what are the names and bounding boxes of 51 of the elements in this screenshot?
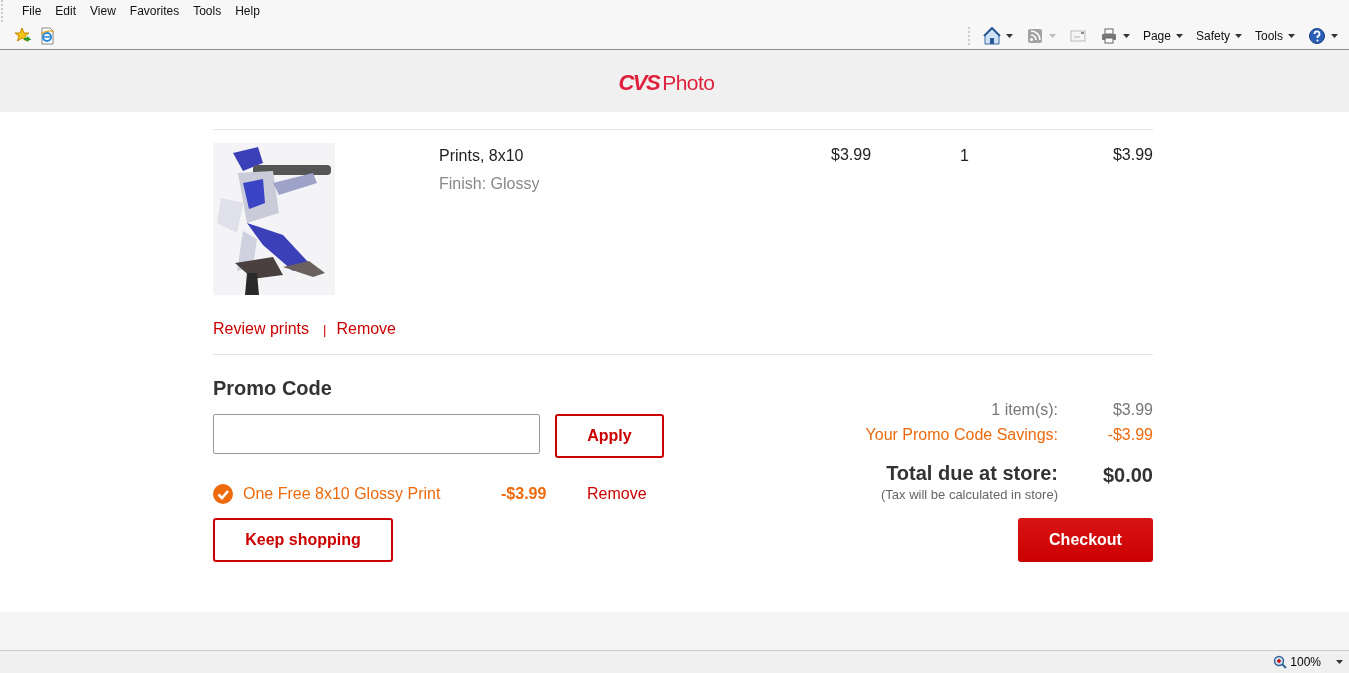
caret-icon <box>1005 33 1013 38</box>
apply-button[interactable]: Apply <box>555 414 664 458</box>
menu-item[interactable]: Tools <box>186 4 229 18</box>
promo-name: One Free 8x10 Glossy Print <box>243 485 442 503</box>
keep-shopping-button[interactable]: Keep shopping <box>213 518 393 562</box>
menu-button[interactable]: Tools <box>1252 28 1298 43</box>
menu-item[interactable]: Favorites <box>122 4 187 18</box>
home-icon <box>982 26 1001 45</box>
caret-icon <box>1288 33 1295 38</box>
brand-logo[interactable]: CVS <box>618 70 660 96</box>
product-name: Prints, 8x10 <box>439 147 525 165</box>
menu-button[interactable]: Safety <box>1192 28 1245 43</box>
link[interactable]: Review prints <box>213 320 310 338</box>
zoom-icon <box>1273 655 1288 669</box>
discount-amount: -$3.99 <box>501 485 548 503</box>
total-text: $3.99 <box>1112 146 1153 165</box>
caret-icon <box>1331 33 1338 38</box>
star-icon[interactable] <box>14 26 32 45</box>
caret-icon <box>1336 660 1343 664</box>
link[interactable]: Remove <box>336 320 396 338</box>
checkout-button[interactable]: Checkout <box>1018 518 1153 562</box>
page-icon[interactable] <box>38 26 56 45</box>
menu-item[interactable]: File <box>15 4 49 18</box>
summary-value: -$3.99 <box>1106 425 1153 445</box>
feed-icon <box>1025 26 1044 45</box>
caret-icon <box>1122 33 1130 38</box>
caret-icon <box>1175 33 1183 38</box>
menu-item[interactable]: Edit <box>48 4 84 18</box>
zoom-button[interactable]: 100% <box>1271 655 1345 669</box>
printer-icon <box>1099 26 1118 45</box>
menu-item[interactable]: View <box>83 4 123 18</box>
section-heading: Promo Code <box>213 377 333 400</box>
caret-icon <box>1048 33 1056 38</box>
total-value: $0.00 <box>1101 464 1153 488</box>
summary-label: Your Promo Code Savings: <box>864 425 1058 445</box>
menu-item[interactable]: Help <box>228 4 267 18</box>
menu-button[interactable]: Page <box>1139 28 1186 43</box>
promo-code-field[interactable] <box>213 414 540 454</box>
logo-text[interactable]: Photo <box>662 71 715 95</box>
total-label: Total due at store: <box>885 462 1058 485</box>
summary-value: $3.99 <box>1111 400 1153 420</box>
caret-icon <box>1235 33 1242 38</box>
tax-note: (Tax will be calculated in store) <box>879 487 1058 502</box>
separator-text: | <box>323 321 327 337</box>
check-icon <box>213 484 233 504</box>
finish-label: Finish: Glossy <box>439 175 541 193</box>
summary-label: 1 item(s): <box>990 400 1058 420</box>
price-text: $3.99 <box>831 146 872 163</box>
help-icon <box>1308 26 1326 45</box>
quantity-text: 1 <box>960 147 969 164</box>
remove-link[interactable]: Remove <box>587 485 647 503</box>
